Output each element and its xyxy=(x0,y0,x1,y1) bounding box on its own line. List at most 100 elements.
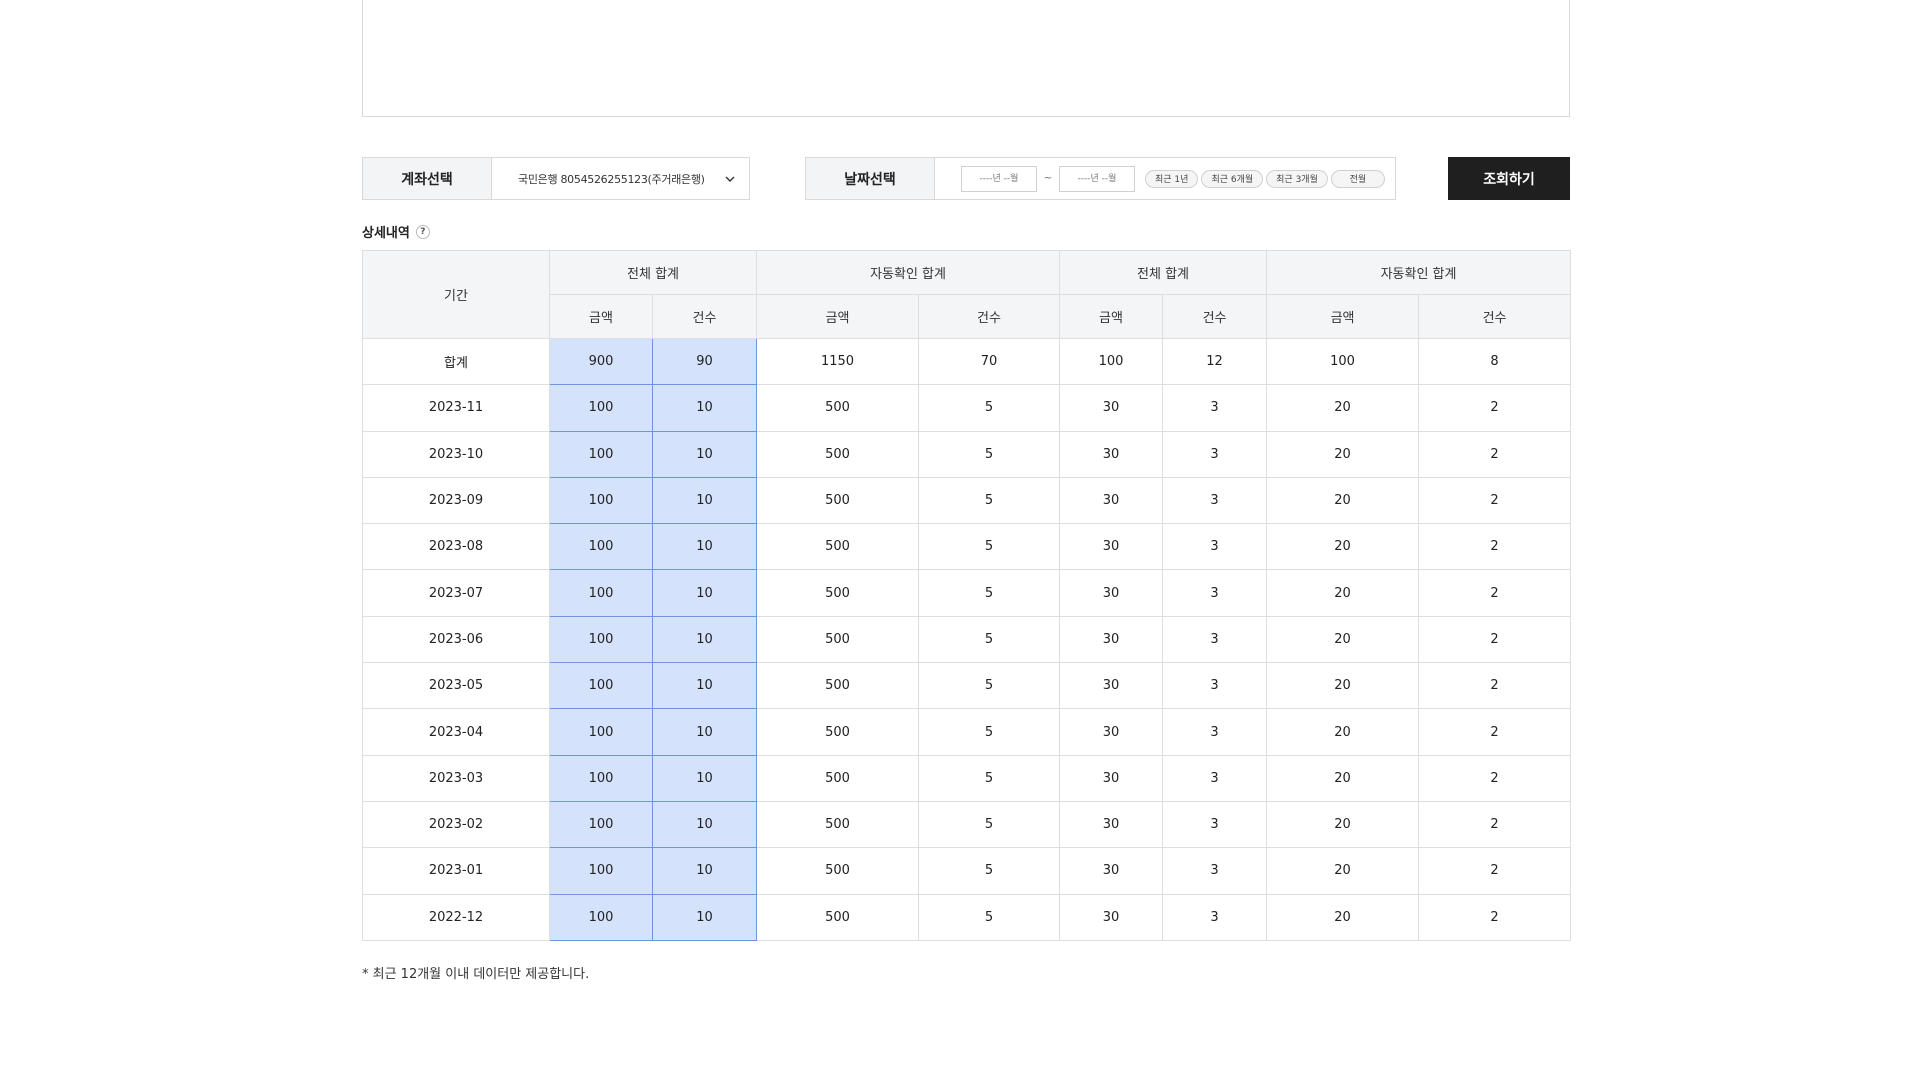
table-row: 2022-12 100 10 500 5 30 3 20 2 xyxy=(362,893,1572,941)
table-cell: 100 xyxy=(549,708,653,756)
table-cell: 2 xyxy=(1418,708,1572,756)
table-cell: 2 xyxy=(1418,476,1572,525)
date-filter: 날짜선택 ~ 최근 1년 최근 6개월 최근 3개월 전월 xyxy=(805,157,1396,200)
table-cell: 100 xyxy=(549,893,653,941)
subheader-count: 건수 xyxy=(651,294,758,339)
subheader-amount: 금액 xyxy=(1266,294,1420,339)
period-cell: 2023-06 xyxy=(362,615,550,664)
table-row: 합계 900 90 1150 70 100 12 100 8 xyxy=(362,337,1572,386)
table-cell: 20 xyxy=(1266,430,1420,478)
table-cell: 3 xyxy=(1162,662,1268,710)
table-cell: 10 xyxy=(651,476,758,525)
date-separator: ~ xyxy=(1043,173,1053,184)
table-cell: 20 xyxy=(1266,754,1420,802)
table-cell: 3 xyxy=(1162,708,1268,756)
table-cell: 100 xyxy=(1266,337,1420,386)
account-label: 계좌선택 xyxy=(363,158,492,199)
help-icon[interactable]: ? xyxy=(415,224,430,239)
period-cell: 2023-07 xyxy=(362,569,550,617)
table-cell: 5 xyxy=(918,754,1061,802)
table-cell: 3 xyxy=(1162,847,1268,895)
chip-last-1-year[interactable]: 최근 1년 xyxy=(1145,169,1199,188)
chip-last-6-months[interactable]: 최근 6개월 xyxy=(1201,169,1264,188)
period-cell: 2023-09 xyxy=(362,476,550,525)
table-cell: 3 xyxy=(1162,800,1268,849)
account-select[interactable]: 국민은행 8054526255123(주거래은행) xyxy=(492,158,749,199)
table-row: 2023-11 100 10 500 5 30 3 20 2 xyxy=(362,384,1572,432)
table-cell: 5 xyxy=(918,662,1061,710)
table-cell: 5 xyxy=(918,384,1061,432)
table-cell: 90 xyxy=(651,337,758,386)
table-cell: 20 xyxy=(1266,800,1420,849)
header-group: 전체 합계 xyxy=(1059,250,1268,295)
table-cell: 3 xyxy=(1162,615,1268,664)
table-row: 2023-08 100 10 500 5 30 3 20 2 xyxy=(362,523,1572,571)
table-cell: 3 xyxy=(1162,523,1268,571)
table-cell: 30 xyxy=(1059,430,1164,478)
section-title: 상세내역 xyxy=(362,226,410,241)
detail-table: 기간 전체 합계 자동확인 합계 전체 합계 자동확인 합계 금액 건수 금액 … xyxy=(362,250,1572,941)
table-cell: 10 xyxy=(651,615,758,664)
subheader-count: 건수 xyxy=(918,294,1061,339)
table-cell: 10 xyxy=(651,754,758,802)
account-value: 국민은행 8054526255123(주거래은행) xyxy=(518,172,705,186)
table-cell: 5 xyxy=(918,893,1061,941)
table-cell: 30 xyxy=(1059,893,1164,941)
chip-previous-month[interactable]: 전월 xyxy=(1330,169,1385,188)
subheader-amount: 금액 xyxy=(756,294,920,339)
table-cell: 2 xyxy=(1418,847,1572,895)
table-cell: 20 xyxy=(1266,708,1420,756)
quick-range-chips: 최근 1년 최근 6개월 최근 3개월 전월 xyxy=(1145,169,1385,188)
table-cell: 500 xyxy=(756,708,920,756)
table-cell: 30 xyxy=(1059,754,1164,802)
table-row: 2023-03 100 10 500 5 30 3 20 2 xyxy=(362,754,1572,802)
period-cell: 2022-12 xyxy=(362,893,550,941)
header-group: 자동확인 합계 xyxy=(1266,250,1572,295)
account-filter: 계좌선택 국민은행 8054526255123(주거래은행) xyxy=(362,157,750,200)
search-button[interactable]: 조회하기 xyxy=(1448,157,1570,200)
table-cell: 100 xyxy=(549,384,653,432)
table-cell: 8 xyxy=(1418,337,1572,386)
table-cell: 3 xyxy=(1162,569,1268,617)
table-cell: 500 xyxy=(756,847,920,895)
table-row: 2023-07 100 10 500 5 30 3 20 2 xyxy=(362,569,1572,617)
table-cell: 100 xyxy=(549,615,653,664)
subheader-amount: 금액 xyxy=(549,294,653,339)
table-cell: 3 xyxy=(1162,754,1268,802)
table-cell: 30 xyxy=(1059,569,1164,617)
table-cell: 30 xyxy=(1059,615,1164,664)
table-row: 2023-05 100 10 500 5 30 3 20 2 xyxy=(362,662,1572,710)
table-cell: 3 xyxy=(1162,476,1268,525)
table-cell: 500 xyxy=(756,569,920,617)
date-from-input[interactable] xyxy=(961,165,1037,192)
table-cell: 500 xyxy=(756,430,920,478)
table-cell: 2 xyxy=(1418,754,1572,802)
table-cell: 10 xyxy=(651,893,758,941)
table-row: 2023-04 100 10 500 5 30 3 20 2 xyxy=(362,708,1572,756)
table-cell: 12 xyxy=(1162,337,1268,386)
table-header-row: 기간 전체 합계 자동확인 합계 전체 합계 자동확인 합계 xyxy=(362,250,1572,339)
period-cell: 2023-11 xyxy=(362,384,550,432)
table-cell: 3 xyxy=(1162,893,1268,941)
content-box xyxy=(362,0,1570,117)
period-cell: 합계 xyxy=(362,337,550,386)
table-cell: 10 xyxy=(651,662,758,710)
header-period: 기간 xyxy=(362,250,550,339)
table-cell: 20 xyxy=(1266,384,1420,432)
table-cell: 2 xyxy=(1418,662,1572,710)
date-to-input[interactable] xyxy=(1059,165,1135,192)
period-cell: 2023-10 xyxy=(362,430,550,478)
table-cell: 20 xyxy=(1266,847,1420,895)
table-cell: 5 xyxy=(918,847,1061,895)
table-cell: 500 xyxy=(756,384,920,432)
date-label: 날짜선택 xyxy=(806,158,935,199)
table-cell: 20 xyxy=(1266,569,1420,617)
period-cell: 2023-05 xyxy=(362,662,550,710)
period-cell: 2023-03 xyxy=(362,754,550,802)
footnote: * 최근 12개월 이내 데이터만 제공합니다. xyxy=(362,967,590,982)
chip-last-3-months[interactable]: 최근 3개월 xyxy=(1266,169,1328,188)
table-cell: 10 xyxy=(651,384,758,432)
period-cell: 2023-01 xyxy=(362,847,550,895)
table-cell: 20 xyxy=(1266,893,1420,941)
table-cell: 20 xyxy=(1266,615,1420,664)
